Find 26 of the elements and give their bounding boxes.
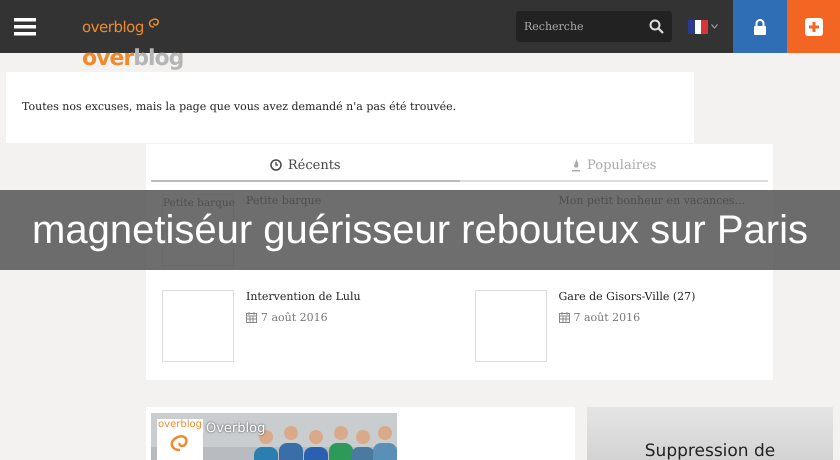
overblog-logo: overblog: [157, 419, 203, 460]
article-thumbnail[interactable]: [162, 290, 234, 362]
login-button[interactable]: [733, 0, 787, 53]
error-message: Toutes nos excuses, mais la page que vous avez demandé n'a pas été trouvée.: [22, 100, 456, 113]
menu-icon[interactable]: [14, 18, 36, 36]
clock-icon: [270, 159, 282, 171]
chevron-down-icon[interactable]: [711, 24, 718, 29]
article-thumbnail[interactable]: [474, 290, 546, 362]
overblog-logo[interactable]: overblog: [82, 18, 162, 36]
search-icon[interactable]: [649, 19, 664, 34]
lock-icon: [753, 18, 767, 34]
flag-icon[interactable]: [688, 20, 708, 34]
plus-icon: [804, 18, 822, 36]
calendar-icon: [246, 312, 257, 323]
calendar-icon: [558, 312, 570, 323]
article-date: 7 août 2016: [574, 311, 640, 324]
article-title[interactable]: Gare de Gisors-Ville (27): [558, 290, 696, 303]
tab[interactable]: Récents: [151, 150, 460, 182]
search-field[interactable]: Recherche: [516, 11, 672, 42]
article-date: 7 août 2016: [261, 311, 328, 324]
ad-banner[interactable]: Suppression de: [587, 407, 833, 460]
flame-icon: [571, 158, 582, 172]
article-title[interactable]: Intervention de Lulu: [246, 290, 361, 303]
overblog-logo: overblog: [82, 46, 184, 71]
ad-text: Suppression de: [644, 441, 776, 460]
create-button[interactable]: [787, 0, 840, 53]
